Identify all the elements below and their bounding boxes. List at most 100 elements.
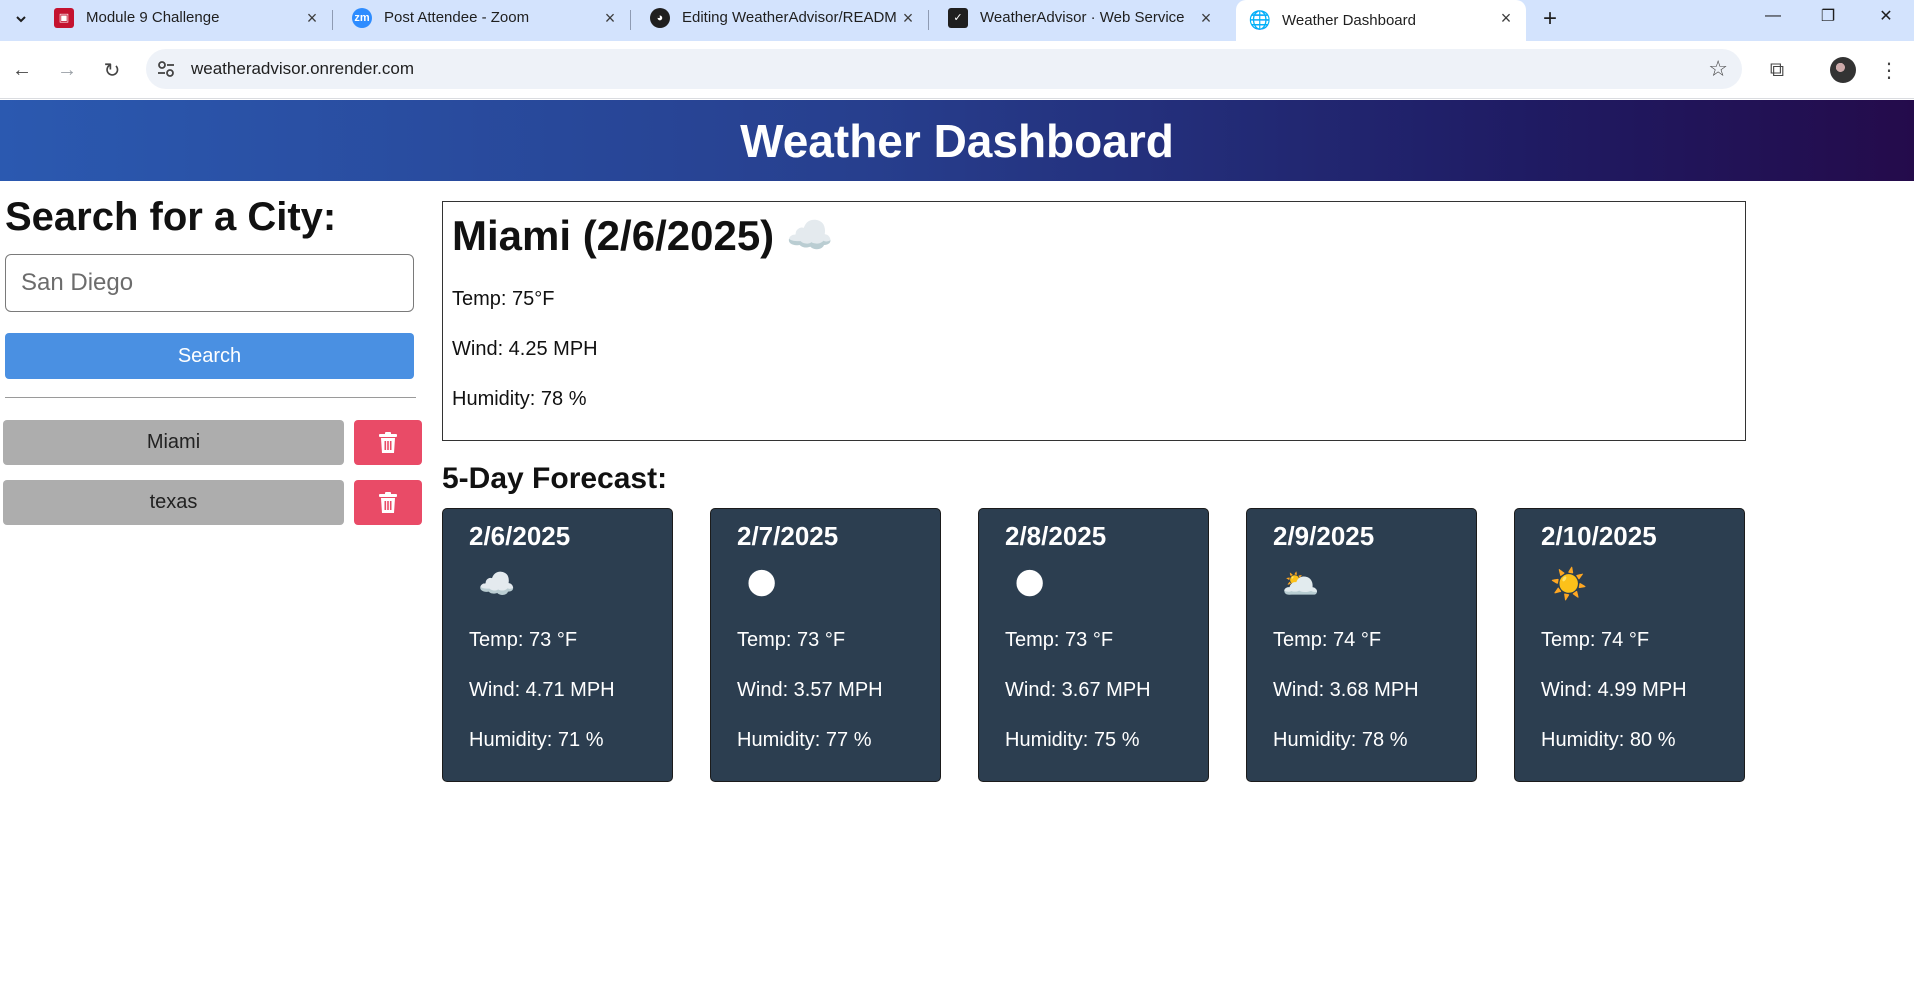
more-vert-icon: ⋮: [1879, 59, 1899, 82]
current-wind: Wind: 4.25 MPH: [452, 338, 598, 360]
chevron-down-icon: [16, 16, 26, 23]
page-header: Weather Dashboard: [0, 100, 1914, 181]
url-text[interactable]: weatheradvisor.onrender.com: [191, 59, 414, 79]
forecast-date: 2/7/2025: [737, 521, 839, 551]
close-icon[interactable]: ×: [1196, 8, 1216, 28]
forecast-wind: Wind: 4.99 MPH: [1541, 679, 1687, 701]
arrow-left-icon: ←: [12, 58, 32, 81]
search-button[interactable]: Search: [5, 333, 414, 379]
forecast-wind: Wind: 3.67 MPH: [1005, 679, 1151, 701]
bookmark-star-icon[interactable]: ☆: [1708, 56, 1728, 82]
forecast-date: 2/6/2025: [469, 521, 571, 551]
forecast-wind: Wind: 3.68 MPH: [1273, 679, 1419, 701]
night-clear-icon: 🌑: [1014, 568, 1046, 601]
close-icon[interactable]: ×: [302, 8, 322, 28]
cloud-icon: ☁️: [478, 568, 516, 601]
sidebar-divider: [5, 397, 416, 398]
browser-tab-strip: ▣ Module 9 Challenge × zm Post Attendee …: [0, 0, 1914, 41]
close-window-button[interactable]: ✕: [1858, 0, 1914, 32]
forecast-card: 2/10/2025 ☀️ Temp: 74 °F Wind: 4.99 MPH …: [1514, 508, 1745, 782]
city-date-heading: Miami (2/6/2025): [452, 212, 775, 259]
forecast-humidity: Humidity: 77 %: [737, 729, 872, 751]
tab-title: Editing WeatherAdvisor/READM: [682, 9, 897, 26]
close-icon[interactable]: ×: [1496, 8, 1516, 28]
history-city-button[interactable]: texas: [3, 480, 344, 525]
cloud-icon: ☁️: [786, 215, 834, 257]
forecast-temp: Temp: 73 °F: [469, 629, 578, 651]
delete-history-button[interactable]: [354, 480, 422, 525]
forecast-temp: Temp: 73 °F: [737, 629, 846, 651]
profile-button[interactable]: [1827, 54, 1859, 86]
forward-button[interactable]: →: [51, 54, 83, 86]
delete-history-button[interactable]: [354, 420, 422, 465]
close-icon: ✕: [1879, 8, 1893, 25]
partly-cloudy-icon: 🌥️: [1282, 568, 1320, 601]
back-button[interactable]: ←: [6, 54, 38, 86]
minimize-button[interactable]: —: [1745, 0, 1801, 32]
tab-title: Post Attendee - Zoom: [384, 9, 530, 26]
forecast-temp: Temp: 74 °F: [1273, 629, 1382, 651]
night-clear-icon: 🌑: [746, 568, 778, 601]
forecast-card: 2/9/2025 🌥️ Temp: 74 °F Wind: 3.68 MPH H…: [1246, 508, 1477, 782]
history-item: Miami: [3, 420, 423, 465]
canvas-icon: ▣: [54, 7, 74, 28]
trash-icon: [379, 431, 397, 453]
plus-icon: +: [1542, 5, 1557, 32]
address-bar[interactable]: weatheradvisor.onrender.com ☆: [146, 49, 1742, 89]
history-city-button[interactable]: Miami: [3, 420, 344, 465]
minimize-icon: —: [1765, 7, 1781, 24]
tab-title: Module 9 Challenge: [86, 9, 220, 26]
browser-tab-active[interactable]: 🌐 Weather Dashboard ×: [1236, 0, 1526, 41]
forecast-card: 2/7/2025 🌑 Temp: 73 °F Wind: 3.57 MPH Hu…: [710, 508, 941, 782]
site-info-icon[interactable]: [156, 59, 176, 79]
history-item: texas: [3, 480, 423, 525]
forecast-date: 2/8/2025: [1005, 521, 1107, 551]
forecast-wind: Wind: 4.71 MPH: [469, 679, 615, 701]
tab-separator: [630, 10, 631, 30]
arrow-right-icon: →: [57, 58, 77, 81]
puzzle-icon: ⧉: [1769, 58, 1785, 81]
new-tab-button[interactable]: +: [1535, 4, 1565, 34]
forecast-temp: Temp: 74 °F: [1541, 629, 1650, 651]
forecast-wind: Wind: 3.57 MPH: [737, 679, 883, 701]
close-icon[interactable]: ×: [898, 8, 918, 28]
reload-icon: ↻: [103, 59, 121, 82]
reload-button[interactable]: ↻: [96, 54, 128, 86]
zoom-icon: zm: [352, 7, 372, 28]
forecast-date: 2/9/2025: [1273, 521, 1375, 551]
forecast-humidity: Humidity: 75 %: [1005, 729, 1140, 751]
search-heading: Search for a City:: [5, 195, 337, 239]
sun-icon: ☀️: [1550, 568, 1588, 601]
avatar: [1830, 57, 1856, 83]
tab-title: WeatherAdvisor · Web Service: [980, 9, 1185, 26]
forecast-card: 2/8/2025 🌑 Temp: 73 °F Wind: 3.67 MPH Hu…: [978, 508, 1209, 782]
restore-icon: ❐: [1820, 8, 1836, 25]
forecast-humidity: Humidity: 78 %: [1273, 729, 1408, 751]
tab-separator: [332, 10, 333, 30]
current-humidity: Humidity: 78 %: [452, 388, 587, 410]
current-weather-card: Miami (2/6/2025) ☁️ Temp: 75°F Wind: 4.2…: [442, 201, 1746, 441]
extensions-button[interactable]: ⧉: [1761, 54, 1793, 86]
browser-tab[interactable]: ◕ Editing WeatherAdvisor/READM ×: [636, 0, 929, 35]
forecast-humidity: Humidity: 80 %: [1541, 729, 1676, 751]
forecast-humidity: Humidity: 71 %: [469, 729, 604, 751]
tab-separator: [928, 10, 929, 30]
trash-icon: [379, 491, 397, 513]
current-temp: Temp: 75°F: [452, 288, 555, 310]
render-icon: ✓: [948, 7, 968, 28]
forecast-card: 2/6/2025 ☁️ Temp: 73 °F Wind: 4.71 MPH H…: [442, 508, 673, 782]
current-weather-title: Miami (2/6/2025) ☁️: [452, 212, 834, 260]
tab-title: Weather Dashboard: [1282, 12, 1416, 29]
restore-button[interactable]: ❐: [1800, 0, 1856, 32]
page-title: Weather Dashboard: [740, 114, 1174, 167]
forecast-temp: Temp: 73 °F: [1005, 629, 1114, 651]
browser-tab[interactable]: ▣ Module 9 Challenge ×: [40, 0, 333, 35]
browser-menu-button[interactable]: ⋮: [1873, 54, 1905, 86]
forecast-date: 2/10/2025: [1541, 521, 1657, 551]
close-icon[interactable]: ×: [600, 8, 620, 28]
browser-tab[interactable]: zm Post Attendee - Zoom ×: [338, 0, 631, 35]
forecast-heading: 5-Day Forecast:: [442, 462, 668, 495]
city-search-input[interactable]: [5, 254, 414, 312]
tab-search-button[interactable]: [6, 4, 36, 34]
browser-tab[interactable]: ✓ WeatherAdvisor · Web Service ×: [934, 0, 1226, 35]
